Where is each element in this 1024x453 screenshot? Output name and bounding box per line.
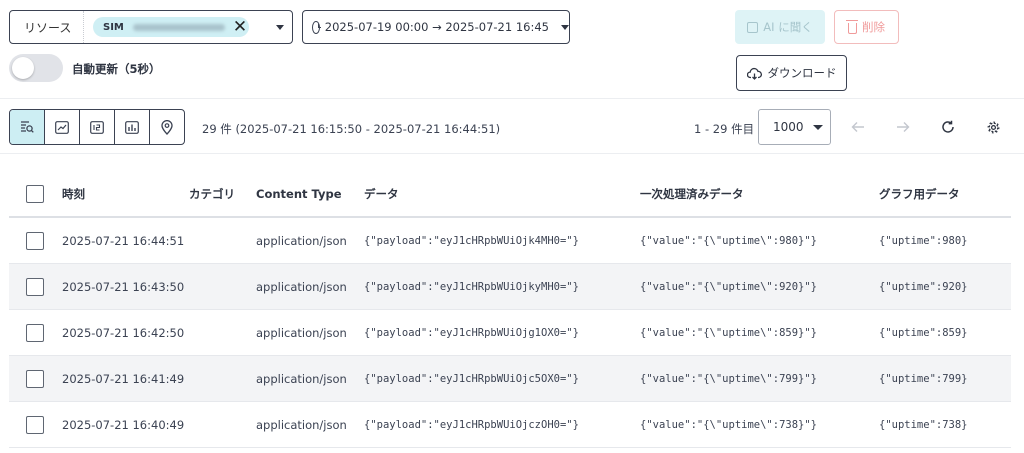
cell-data: {"payload":"eyJ1cHRpbWUiOjczOH0="} <box>364 418 579 431</box>
view-bar-chart[interactable] <box>115 110 150 144</box>
cell-graph: {"uptime":920} <box>879 280 968 293</box>
cell-content-type: application/json <box>256 279 347 294</box>
ai-ask-label: AI に聞く <box>763 20 813 34</box>
refresh-button[interactable] <box>935 114 961 140</box>
date-range-text: 2025-07-19 00:00 → 2025-07-21 16:45 <box>324 20 549 34</box>
col-data[interactable]: データ <box>364 186 399 202</box>
row-checkbox[interactable] <box>26 277 44 296</box>
view-number-card[interactable] <box>80 110 115 144</box>
number-card-icon <box>90 120 104 134</box>
cell-content-type: application/json <box>256 371 347 386</box>
ai-ask-button[interactable]: AI に聞く <box>735 10 825 44</box>
cell-time: 2025-07-21 16:40:49 <box>62 417 185 432</box>
data-table: 時刻 カテゴリ Content Type データ 一次処理済みデータ グラフ用デ… <box>9 172 1011 448</box>
row-checkbox[interactable] <box>26 231 44 250</box>
page-size-select[interactable]: 1000 <box>758 109 831 145</box>
cell-processed: {"value":"{\"uptime\":920}"} <box>640 280 818 293</box>
col-time[interactable]: 時刻 <box>62 186 85 202</box>
cell-processed: {"value":"{\"uptime\":859}"} <box>640 326 818 339</box>
result-range: 1 - 29 件目 <box>694 122 755 136</box>
download-label: ダウンロード <box>767 66 837 80</box>
bar-chart-icon <box>125 120 139 134</box>
chevron-down-icon[interactable] <box>276 24 284 30</box>
toggle-knob <box>12 57 34 79</box>
view-map[interactable] <box>150 110 184 144</box>
view-log-search[interactable] <box>10 110 45 144</box>
result-summary: 29 件 (2025-07-21 16:15:50 - 2025-07-21 1… <box>202 122 501 136</box>
cell-processed: {"value":"{\"uptime\":799}"} <box>640 372 818 385</box>
resource-label: リソース <box>10 11 84 43</box>
download-button[interactable]: ダウンロード <box>736 55 847 91</box>
auto-refresh-label: 自動更新（5秒） <box>72 62 161 76</box>
cell-data: {"payload":"eyJ1cHRpbWUiOjc5OX0="} <box>364 372 579 385</box>
divider <box>0 98 1024 99</box>
cell-graph: {"uptime":980} <box>879 234 968 247</box>
cell-content-type: application/json <box>256 233 347 248</box>
table-row[interactable]: 2025-07-21 16:42:50 application/json {"p… <box>9 310 1011 356</box>
delete-label: 削除 <box>862 20 885 34</box>
chip-remove-icon[interactable]: ✕ <box>233 18 247 36</box>
cloud-download-icon <box>746 67 762 80</box>
row-checkbox[interactable] <box>26 415 44 434</box>
cell-time: 2025-07-21 16:44:51 <box>62 233 185 248</box>
cell-data: {"payload":"eyJ1cHRpbWUiOjkyMH0="} <box>364 280 579 293</box>
line-chart-icon <box>55 120 69 134</box>
cell-time: 2025-07-21 16:41:49 <box>62 371 185 386</box>
log-search-icon <box>21 121 34 133</box>
arrow-right-icon <box>897 122 910 132</box>
chevron-down-icon[interactable] <box>561 24 569 30</box>
col-graph[interactable]: グラフ用データ <box>879 186 960 202</box>
next-page-button[interactable] <box>890 114 916 140</box>
resource-filter[interactable]: リソース SIM ✕ <box>9 10 293 44</box>
page-size-value: 1000 <box>773 120 804 134</box>
delete-button[interactable]: 削除 <box>834 10 899 44</box>
ai-icon <box>747 21 759 33</box>
table-row[interactable]: 2025-07-21 16:40:49 application/json {"p… <box>9 402 1011 448</box>
view-switcher <box>9 109 185 145</box>
auto-refresh-toggle[interactable] <box>9 54 63 82</box>
cell-processed: {"value":"{\"uptime\":738}"} <box>640 418 818 431</box>
sim-id-redacted <box>132 23 225 31</box>
table-row[interactable]: 2025-07-21 16:44:51 application/json {"p… <box>9 218 1011 264</box>
sim-chip[interactable]: SIM ✕ <box>93 17 249 37</box>
view-line-chart[interactable] <box>45 110 80 144</box>
clock-icon <box>312 20 321 34</box>
refresh-icon <box>942 120 954 133</box>
map-pin-icon <box>161 119 173 135</box>
arrow-left-icon <box>851 122 864 132</box>
col-category[interactable]: カテゴリ <box>189 186 235 202</box>
col-processed[interactable]: 一次処理済みデータ <box>640 186 744 202</box>
cell-processed: {"value":"{\"uptime\":980}"} <box>640 234 818 247</box>
cell-time: 2025-07-21 16:42:50 <box>62 325 185 340</box>
date-range-picker[interactable]: 2025-07-19 00:00 → 2025-07-21 16:45 <box>302 10 570 44</box>
table-header: 時刻 カテゴリ Content Type データ 一次処理済みデータ グラフ用デ… <box>9 172 1011 218</box>
table-row[interactable]: 2025-07-21 16:43:50 application/json {"p… <box>9 264 1011 310</box>
cell-graph: {"uptime":859} <box>879 326 968 339</box>
row-checkbox[interactable] <box>26 323 44 342</box>
sim-chip-label: SIM <box>103 21 124 33</box>
table-row[interactable]: 2025-07-21 16:41:49 application/json {"p… <box>9 356 1011 402</box>
settings-button[interactable] <box>980 114 1006 140</box>
cell-graph: {"uptime":738} <box>879 418 968 431</box>
cell-data: {"payload":"eyJ1cHRpbWUiOjk4MH0="} <box>364 234 579 247</box>
prev-page-button[interactable] <box>845 114 871 140</box>
cell-time: 2025-07-21 16:43:50 <box>62 279 185 294</box>
cell-graph: {"uptime":799} <box>879 372 968 385</box>
chevron-down-icon <box>812 124 823 130</box>
cell-data: {"payload":"eyJ1cHRpbWUiOjg1OX0="} <box>364 326 579 339</box>
col-content-type[interactable]: Content Type <box>256 187 342 201</box>
row-checkbox[interactable] <box>26 369 44 388</box>
cell-content-type: application/json <box>256 417 347 432</box>
divider <box>0 153 1024 154</box>
cell-content-type: application/json <box>256 325 347 340</box>
trash-icon <box>846 19 858 34</box>
select-all-checkbox[interactable] <box>26 185 44 203</box>
gear-icon <box>987 121 999 133</box>
